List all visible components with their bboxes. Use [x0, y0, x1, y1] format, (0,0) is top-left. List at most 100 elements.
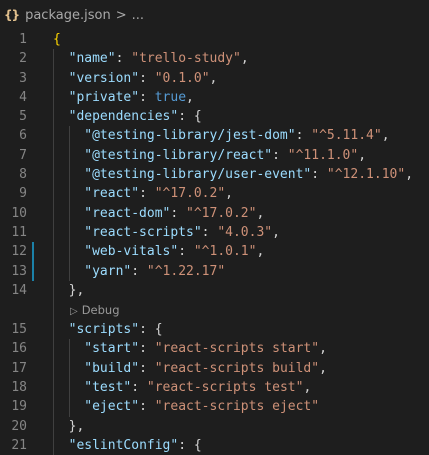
indent-guide [53, 300, 54, 321]
line-number: 3 [19, 70, 27, 86]
code-line[interactable]: 8 "@testing-library/user-event": "^12.1.1… [0, 165, 429, 185]
codelens-label: Debug [81, 303, 120, 318]
indent-guide [53, 165, 54, 185]
code-text: "name": "trello-study", [68, 51, 249, 67]
line-number: 16 [11, 341, 27, 357]
code-line[interactable]: 4 "private": true, [0, 87, 429, 108]
indent-guide [68, 184, 70, 204]
line-number: 17 [11, 360, 27, 376]
code-line[interactable]: 5 "dependencies": { [0, 107, 429, 127]
code-text: "@testing-library/user-event": "^12.1.10… [84, 167, 414, 183]
line-number: 18 [11, 380, 27, 396]
indent-guide [53, 107, 54, 127]
git-modified-indicator [32, 261, 34, 281]
code-text: "private": true, [68, 89, 194, 105]
code-text: "start": "react-scripts start", [84, 341, 327, 357]
line-number: 21 [11, 437, 27, 453]
indent-guide [53, 416, 54, 436]
indent-guide [68, 339, 70, 359]
code-text: "react": "^17.0.2", [84, 186, 233, 202]
code-line[interactable]: 10 "react-dom": "^17.0.2", [0, 203, 429, 223]
code-text: }, [68, 282, 85, 298]
code-line[interactable]: 3 "version": "0.1.0", [0, 68, 429, 88]
indent-guide [68, 397, 70, 417]
code-line[interactable]: 17 "build": "react-scripts build", [0, 358, 429, 379]
breadcrumb-ellipsis[interactable]: ... [132, 8, 144, 23]
indent-guide [53, 339, 54, 359]
indent-guide [53, 145, 54, 166]
indent-guide [53, 222, 54, 243]
play-icon: ▷ [70, 306, 78, 318]
line-number: 10 [11, 205, 27, 221]
code-line[interactable]: 20}, [0, 416, 429, 436]
code-line[interactable]: 14}, [0, 280, 429, 301]
code-line[interactable]: 7 "@testing-library/react": "^11.1.0", [0, 145, 429, 166]
indent-guide [53, 397, 54, 417]
code-text: "test": "react-scripts test", [84, 380, 312, 396]
code-text: "@testing-library/react": "^11.1.0", [84, 147, 367, 163]
indent-guide [53, 280, 54, 301]
code-line[interactable]: 15 "scripts": { [0, 320, 429, 340]
code-line[interactable]: 6 "@testing-library/jest-dom": "^5.11.4", [0, 126, 429, 146]
codelens-debug[interactable]: ▷ Debug [0, 300, 429, 321]
indent-guide [53, 320, 54, 340]
indent-guide [53, 203, 54, 223]
line-number: 2 [19, 51, 27, 67]
code-text: }, [68, 418, 85, 434]
indent-guide [68, 126, 70, 146]
code-editor[interactable]: 1{2 "name": "trello-study", 3 "version": "0… [0, 30, 429, 455]
indent-guide [53, 435, 54, 455]
line-number: 4 [19, 89, 27, 105]
indent-guide [53, 49, 54, 69]
code-text: "@testing-library/jest-dom": "^5.11.4", [84, 128, 390, 144]
code-text: "eslintConfig": { [68, 437, 202, 453]
indent-guide [68, 242, 70, 262]
code-text: "build": "react-scripts build", [84, 360, 327, 376]
code-text: "react-dom": "^17.0.2", [84, 205, 265, 221]
code-line[interactable]: 2 "name": "trello-study", [0, 49, 429, 69]
breadcrumb: {} package.json > ... [0, 0, 429, 30]
indent-guide [53, 242, 54, 262]
code-line[interactable]: 13 "yarn": "^1.22.17" [0, 261, 429, 281]
indent-guide [53, 126, 54, 146]
indent-guide [68, 145, 70, 166]
code-line[interactable]: 18 "test": "react-scripts test", [0, 378, 429, 398]
indent-guide [68, 165, 70, 185]
indent-guide [68, 261, 70, 281]
code-text: "yarn": "^1.22.17" [84, 263, 226, 279]
code-text: "version": "0.1.0", [68, 70, 218, 86]
indent-guide [53, 358, 54, 379]
indent-guide [53, 68, 54, 88]
breadcrumb-file[interactable]: package.json [25, 8, 111, 23]
code-text: "react-scripts": "4.0.3", [84, 224, 280, 240]
line-number: 5 [19, 109, 27, 125]
line-number: 11 [11, 224, 27, 240]
code-line[interactable]: 11 "react-scripts": "4.0.3", [0, 222, 429, 243]
indent-guide [68, 203, 70, 223]
line-number: 1 [19, 32, 27, 47]
code-line[interactable]: 21 "eslintConfig": { [0, 435, 429, 455]
indent-guide [53, 87, 54, 108]
code-line[interactable]: 1{ [0, 30, 429, 49]
code-text: "eject": "react-scripts eject" [84, 399, 320, 415]
code-line[interactable]: 16 "start": "react-scripts start", [0, 339, 429, 359]
indent-guide [53, 261, 54, 281]
code-line[interactable]: 19 "eject": "react-scripts eject" [0, 397, 429, 417]
code-text: "web-vitals": "^1.0.1", [84, 244, 265, 260]
line-number: 19 [11, 399, 27, 415]
json-file-icon: {} [4, 8, 20, 22]
line-number: 8 [19, 167, 27, 183]
line-number: 12 [11, 244, 27, 260]
indent-guide [68, 358, 70, 379]
chevron-right-icon: > [115, 7, 127, 23]
line-number: 13 [11, 263, 27, 279]
line-number: 6 [19, 128, 27, 144]
indent-guide [53, 378, 54, 398]
code-line[interactable]: 9 "react": "^17.0.2", [0, 184, 429, 204]
git-modified-indicator [32, 242, 34, 262]
indent-guide [53, 184, 54, 204]
line-number: 15 [11, 322, 27, 338]
code-line[interactable]: 12 "web-vitals": "^1.0.1", [0, 242, 429, 262]
code-text: "dependencies": { [68, 109, 202, 125]
code-text: { [53, 32, 61, 47]
